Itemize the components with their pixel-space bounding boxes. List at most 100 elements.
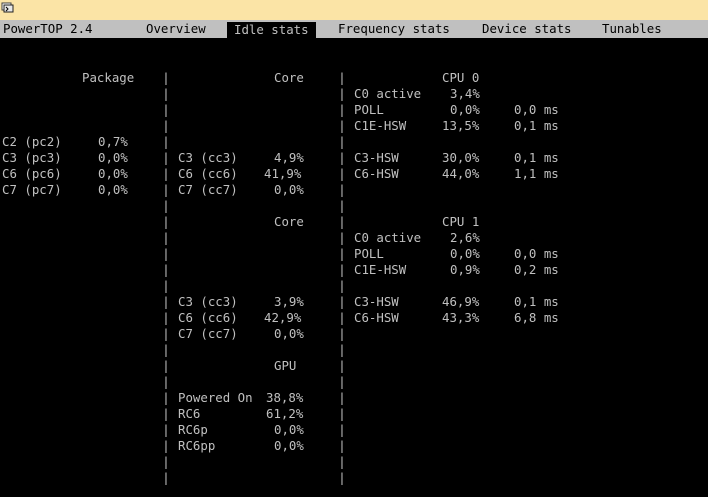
gpu-state-value: 61,2%: [266, 406, 304, 421]
tab-frequency-stats[interactable]: Frequency stats: [338, 21, 450, 37]
separator-glyph: |: [338, 438, 346, 453]
separator-glyph: |: [338, 102, 346, 117]
gpu-state-value: 38,8%: [266, 390, 304, 405]
separator-glyph: |: [338, 406, 346, 421]
gpu-state-label: RC6: [178, 406, 201, 421]
separator-glyph: |: [338, 86, 346, 101]
core-state-value: 0,0%: [274, 326, 304, 341]
separator-glyph: |: [338, 70, 346, 85]
separator-glyph: |: [162, 438, 170, 453]
cpu-state-value: 44,0%: [442, 166, 480, 181]
separator-glyph: |: [162, 166, 170, 181]
cpu-state-time: 0,0 ms: [514, 102, 559, 117]
separator-glyph: |: [162, 230, 170, 245]
powertop-app-icon[interactable]: [1, 1, 16, 14]
separator-glyph: |: [162, 374, 170, 389]
cpu-state-label: POLL: [354, 102, 384, 117]
package-state-value: 0,0%: [98, 182, 128, 197]
cpu-state-value: 0,0%: [450, 102, 480, 117]
package-state-value: 0,0%: [98, 166, 128, 181]
cpu-state-value: 0,9%: [450, 262, 480, 277]
cpu-state-time: 6,8 ms: [514, 310, 559, 325]
tab-idle-stats[interactable]: Idle stats: [227, 22, 316, 38]
cpu-state-time: 0,2 ms: [514, 262, 559, 277]
cpu-state-value: 43,3%: [442, 310, 480, 325]
separator-glyph: |: [338, 182, 346, 197]
separator-glyph: |: [338, 470, 346, 485]
cpu-state-label: C0 active: [354, 86, 422, 101]
separator-glyph: |: [162, 358, 170, 373]
separator-glyph: |: [338, 198, 346, 213]
package-state-label: C3 (pc3): [2, 150, 62, 165]
separator-glyph: |: [162, 278, 170, 293]
separator-glyph: |: [162, 198, 170, 213]
separator-glyph: |: [338, 310, 346, 325]
separator-glyph: |: [162, 406, 170, 421]
separator-glyph: |: [338, 358, 346, 373]
separator-glyph: |: [338, 374, 346, 389]
package-state-label: C2 (pc2): [2, 134, 62, 149]
tab-device-stats[interactable]: Device stats: [482, 21, 572, 37]
separator-glyph: |: [162, 150, 170, 165]
tab-overview[interactable]: Overview: [146, 21, 206, 37]
cpu-state-time: 0,1 ms: [514, 150, 559, 165]
core-state-label: C6 (cc6): [178, 310, 238, 325]
separator-glyph: |: [338, 390, 346, 405]
cpu-state-label: C1E-HSW: [354, 262, 407, 277]
cpu-state-label: POLL: [354, 246, 384, 261]
separator-glyph: |: [162, 182, 170, 197]
cpu-state-label: C1E-HSW: [354, 118, 407, 133]
core-state-value: 41,9%: [264, 166, 302, 181]
cpu-state-label: C0 active: [354, 230, 422, 245]
separator-glyph: |: [162, 326, 170, 341]
separator-glyph: |: [338, 342, 346, 357]
cpu-state-value: 46,9%: [442, 294, 480, 309]
package-state-value: 0,0%: [98, 150, 128, 165]
separator-glyph: |: [162, 390, 170, 405]
cpu0-header: CPU 0: [442, 70, 480, 85]
separator-glyph: |: [162, 70, 170, 85]
core-state-label: C3 (cc3): [178, 150, 238, 165]
separator-glyph: |: [162, 118, 170, 133]
separator-glyph: |: [162, 262, 170, 277]
separator-glyph: |: [162, 422, 170, 437]
core-state-value: 0,0%: [274, 182, 304, 197]
core0-header: Core: [274, 70, 304, 85]
cpu-state-time: 0,1 ms: [514, 118, 559, 133]
separator-glyph: |: [338, 230, 346, 245]
core-state-label: C3 (cc3): [178, 294, 238, 309]
cpu-state-value: 2,6%: [450, 230, 480, 245]
cpu-state-value: 0,0%: [450, 246, 480, 261]
tab-tunables[interactable]: Tunables: [602, 21, 662, 37]
core-state-value: 3,9%: [274, 294, 304, 309]
separator-glyph: |: [162, 214, 170, 229]
separator-glyph: |: [338, 326, 346, 341]
cpu-state-value: 3,4%: [450, 86, 480, 101]
separator-glyph: |: [338, 214, 346, 229]
separator-glyph: |: [162, 246, 170, 261]
package-state-value: 0,7%: [98, 134, 128, 149]
cpu-state-value: 30,0%: [442, 150, 480, 165]
separator-glyph: |: [162, 86, 170, 101]
cpu-state-label: C6-HSW: [354, 166, 399, 181]
window-titlebar[interactable]: [0, 0, 708, 20]
separator-glyph: |: [338, 246, 346, 261]
separator-glyph: |: [338, 278, 346, 293]
separator-glyph: |: [162, 294, 170, 309]
cpu-state-time: 0,0 ms: [514, 246, 559, 261]
core-state-value: 42,9%: [264, 310, 302, 325]
separator-glyph: |: [338, 134, 346, 149]
package-state-label: C6 (pc6): [2, 166, 62, 181]
gpu-state-value: 0,0%: [274, 438, 304, 453]
gpu-state-label: RC6pp: [178, 438, 216, 453]
separator-glyph: |: [338, 118, 346, 133]
cpu-state-label: C6-HSW: [354, 310, 399, 325]
core1-header: Core: [274, 214, 304, 229]
separator-glyph: |: [162, 102, 170, 117]
separator-glyph: |: [338, 422, 346, 437]
cpu1-header: CPU 1: [442, 214, 480, 229]
separator-glyph: |: [338, 262, 346, 277]
gpu-state-value: 0,0%: [274, 422, 304, 437]
gpu-state-label: RC6p: [178, 422, 208, 437]
separator-glyph: |: [162, 134, 170, 149]
